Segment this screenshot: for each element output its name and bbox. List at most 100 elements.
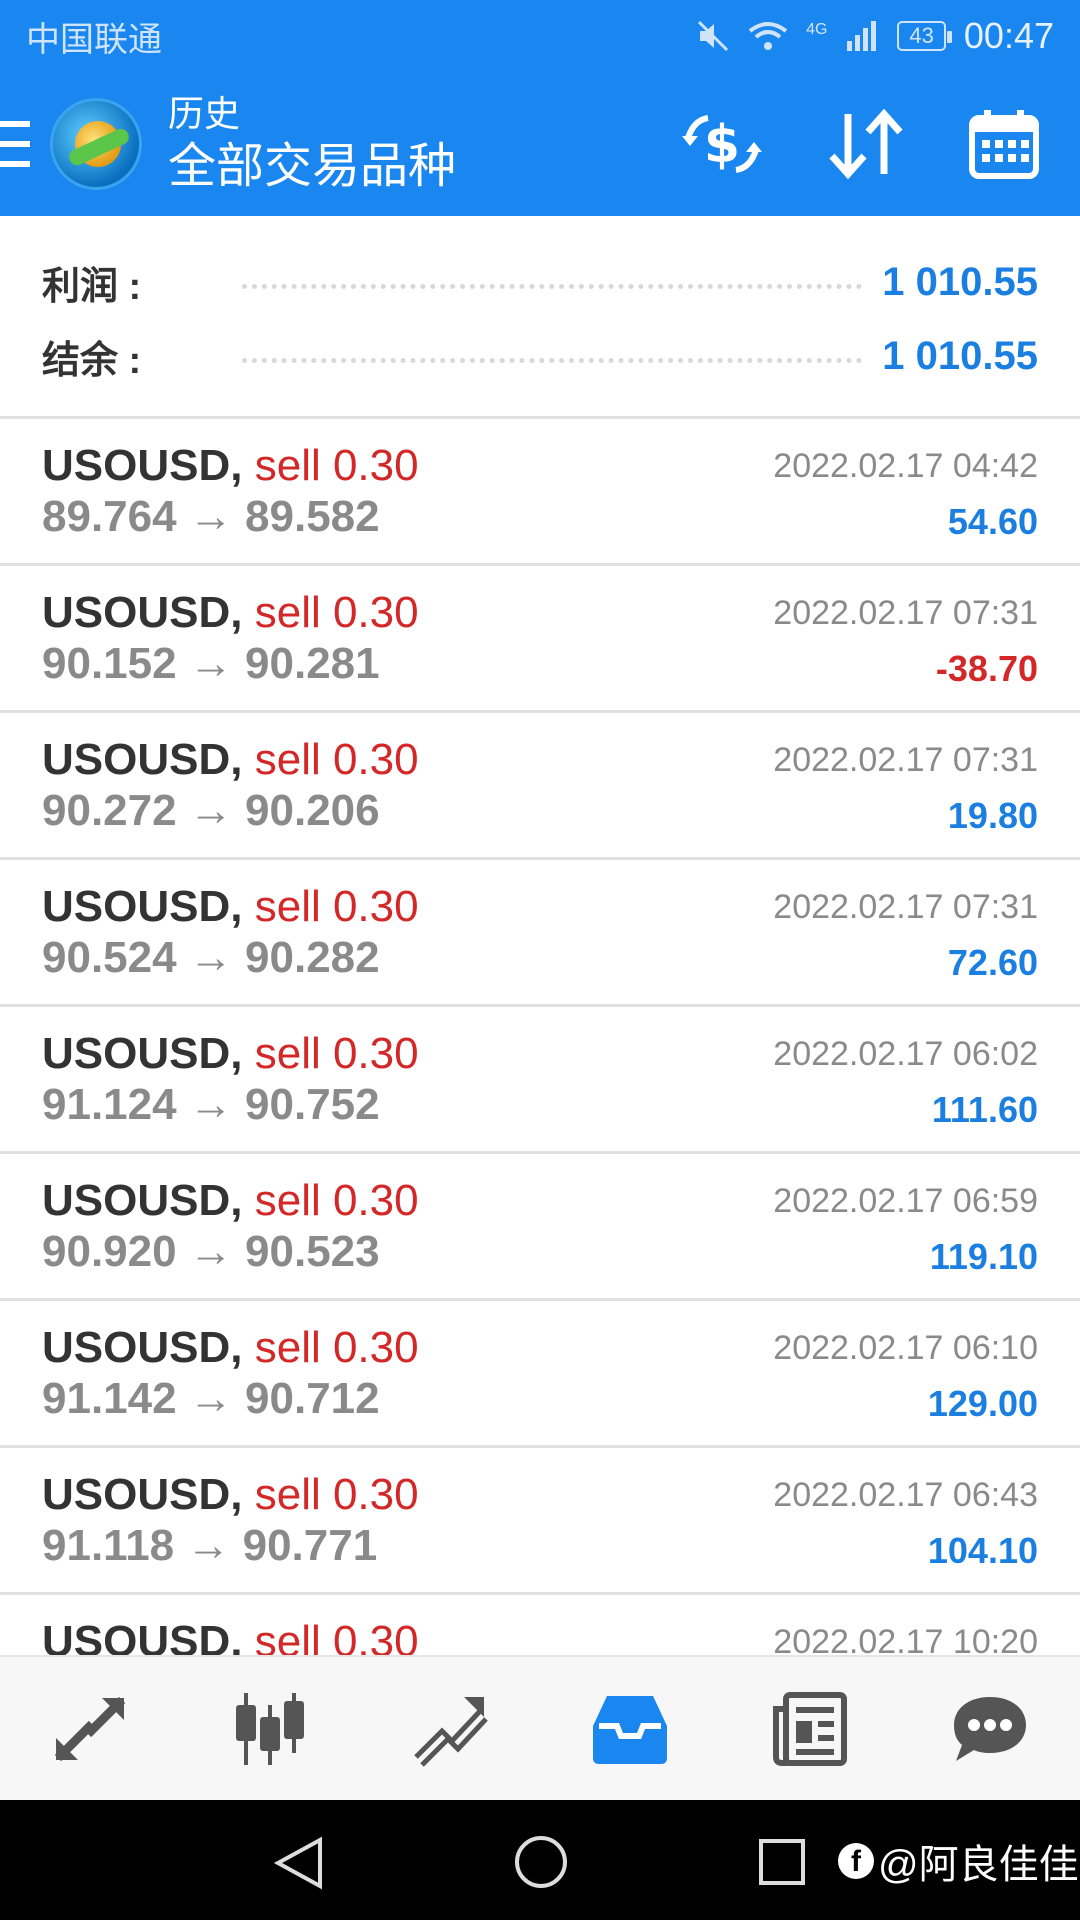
dotted-leader [242,357,863,363]
trade-time: 2022.02.17 04:42 [773,447,1038,485]
trade-prices: 91.124 → 90.752 [42,1080,380,1129]
trade-history-list[interactable]: USOUSD, sell 0.30 89.764 → 89.582 2022.0… [0,419,1080,1655]
table-row[interactable]: USOUSD, sell 0.30 90.272 → 90.206 2022.0… [0,713,1080,860]
app-logo[interactable] [50,98,142,190]
balance-label: 结余 : [42,339,142,382]
table-row[interactable]: USOUSD, sell 0.30 89.764 → 89.582 2022.0… [0,419,1080,566]
sort-icon[interactable] [828,108,904,180]
trade-symbol: USOUSD, [42,588,243,637]
profit-value: 1 010.55 [882,259,1038,304]
trade-symbol: USOUSD, [42,441,243,490]
news-icon [773,1691,847,1766]
trade-symbol: USOUSD, [42,1323,243,1372]
trade-time: 2022.02.17 06:02 [773,1035,1038,1073]
header-titles: 历史 全部交易品种 [168,91,680,197]
quotes-icon [54,1696,126,1761]
watermark-text: @阿良佳佳 [878,1843,1079,1887]
trade-symbol: USOUSD, [42,1470,243,1519]
trade-profit: 104.10 [927,1530,1038,1571]
trade-time: 2022.02.17 07:31 [773,594,1038,632]
table-row[interactable]: USOUSD, sell 0.30 90.152 → 90.281 2022.0… [0,566,1080,713]
svg-text:$: $ [704,115,740,175]
currency-exchange-icon[interactable]: $ [680,108,764,180]
profit-label: 利润 : [42,265,142,308]
signal-icon [847,21,877,51]
trade-symbol: USOUSD, [42,735,243,784]
trade-profit: -38.70 [935,648,1038,689]
trade-action: sell 0.30 [254,1617,419,1655]
chart-icon [236,1692,304,1765]
balance-value: 1 010.55 [882,333,1038,378]
trade-profit: 72.60 [947,942,1038,983]
nav-history[interactable] [540,1657,720,1800]
header-actions: $ [680,108,1040,180]
system-navigation-bar: f @阿良佳佳 [0,1800,1080,1920]
trade-symbol: USOUSD, [42,1176,243,1225]
trade-profit: 119.10 [929,1236,1038,1277]
table-row[interactable]: USOUSD, sell 0.30 2022.02.17 10:20 [0,1595,1080,1655]
trade-action: sell 0.30 [254,1323,419,1372]
account-summary: 利润 : 1 010.55 结余 : 1 010.55 [0,216,1080,418]
table-row[interactable]: USOUSD, sell 0.30 91.118 → 90.771 2022.0… [0,1448,1080,1595]
trade-profit: 54.60 [947,501,1038,542]
bottom-navigation [0,1655,1080,1800]
trade-prices: 90.272 → 90.206 [42,786,380,835]
dotted-leader [242,283,863,289]
home-icon[interactable] [513,1834,569,1890]
trade-prices: 91.142 → 90.712 [42,1374,380,1423]
chat-icon [954,1696,1026,1761]
trade-profit: 19.80 [947,795,1038,836]
status-bar: 中国联通 4G 43 00:47 [0,0,1080,72]
calendar-icon[interactable] [968,108,1040,180]
trade-symbol: USOUSD, [42,1029,243,1078]
trade-icon [414,1696,488,1767]
clock: 00:47 [963,15,1054,56]
back-icon[interactable] [272,1836,326,1890]
trade-action: sell 0.30 [254,441,419,490]
recents-icon[interactable] [758,1838,806,1886]
facebook-icon: f [838,1843,874,1879]
table-row[interactable]: USOUSD, sell 0.30 91.124 → 90.752 2022.0… [0,1007,1080,1154]
trade-prices: 90.152 → 90.281 [42,639,380,688]
trade-time: 2022.02.17 07:31 [773,888,1038,926]
trade-prices: 89.764 → 89.582 [42,492,380,541]
menu-icon[interactable] [0,121,30,167]
nav-news[interactable] [720,1657,900,1800]
trade-action: sell 0.30 [254,1176,419,1225]
trade-time: 2022.02.17 07:31 [773,741,1038,779]
page-subtitle: 历史 [168,93,241,134]
table-row[interactable]: USOUSD, sell 0.30 90.920 → 90.523 2022.0… [0,1154,1080,1301]
app-bar: 历史 全部交易品种 $ [0,72,1080,216]
network-type: 4G [806,21,828,38]
trade-symbol: USOUSD, [42,882,243,931]
balance-row: 结余 : 1 010.55 [42,326,1038,386]
trade-time: 2022.02.17 06:43 [773,1476,1038,1514]
trade-action: sell 0.30 [254,1029,419,1078]
trade-action: sell 0.30 [254,882,419,931]
nav-trade[interactable] [360,1657,540,1800]
trade-profit: 129.00 [927,1383,1038,1424]
trade-symbol: USOUSD, [42,1617,243,1655]
page-title[interactable]: 全部交易品种 [168,137,680,197]
table-row[interactable]: USOUSD, sell 0.30 90.524 → 90.282 2022.0… [0,860,1080,1007]
table-row[interactable]: USOUSD, sell 0.30 91.142 → 90.712 2022.0… [0,1301,1080,1448]
nav-chart[interactable] [180,1657,360,1800]
carrier-name: 中国联通 [26,20,162,59]
mute-icon [698,20,729,52]
trade-action: sell 0.30 [254,1470,419,1519]
trade-prices: 91.118 → 90.771 [42,1521,378,1570]
battery-indicator: 43 [897,21,953,51]
trade-time: 2022.02.17 06:10 [773,1329,1038,1367]
profit-row: 利润 : 1 010.55 [42,252,1038,312]
wifi-icon [748,22,788,50]
trade-time: 2022.02.17 10:20 [773,1623,1038,1655]
trade-prices: 90.524 → 90.282 [42,933,380,982]
nav-chat[interactable] [900,1657,1080,1800]
status-icons: 4G 43 00:47 [696,15,1054,57]
trade-prices: 90.920 → 90.523 [42,1227,380,1276]
nav-quotes[interactable] [0,1657,180,1800]
trade-profit: 111.60 [931,1089,1038,1130]
history-icon [593,1695,667,1764]
trade-time: 2022.02.17 06:59 [773,1182,1038,1220]
watermark: f @阿良佳佳 [838,1832,1079,1890]
